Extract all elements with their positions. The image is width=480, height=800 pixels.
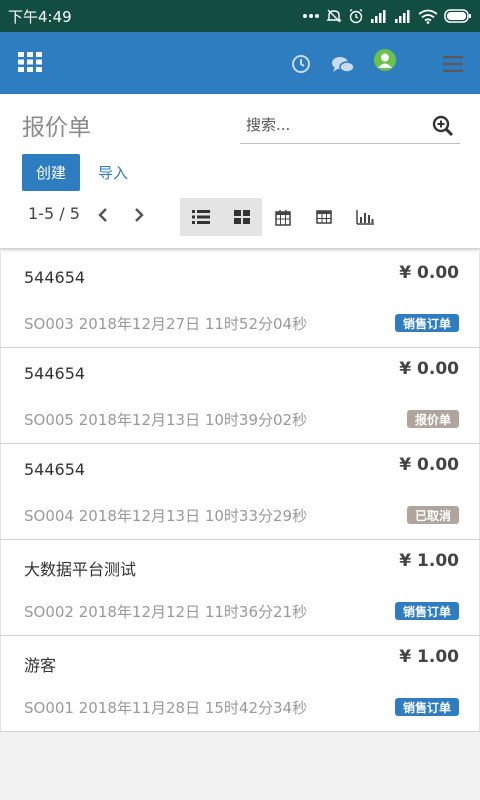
- order-meta: SO003 2018年12月27日 11时52分04秒: [24, 315, 308, 333]
- import-button[interactable]: 导入: [98, 154, 128, 191]
- amount-total: ¥ 1.00: [399, 647, 459, 667]
- pivot-view-icon[interactable]: [303, 198, 344, 236]
- signal-2-icon: [395, 10, 410, 23]
- status-badge: 销售订单: [394, 602, 459, 620]
- customer-name: 大数据平台测试: [24, 560, 137, 579]
- list-view-icon[interactable]: [180, 198, 221, 236]
- status-badge: 销售订单: [394, 314, 459, 332]
- app-bar: [0, 32, 480, 94]
- graph-view-icon[interactable]: [344, 198, 385, 236]
- activity-clock-icon[interactable]: [291, 54, 311, 74]
- kanban-view-icon[interactable]: [221, 198, 262, 236]
- list-item[interactable]: 大数据平台测试 ¥ 1.00 SO002 2018年12月12日 11时36分2…: [0, 540, 480, 636]
- status-icons: [302, 8, 472, 24]
- page-title: 报价单: [22, 115, 91, 141]
- chevron-right-icon[interactable]: [132, 206, 146, 228]
- list-item[interactable]: 544654 ¥ 0.00 SO004 2018年12月13日 10时33分29…: [0, 444, 480, 540]
- search-input[interactable]: [246, 112, 426, 138]
- pager-value: 1-5 / 5: [28, 204, 80, 223]
- view-switcher: [180, 198, 385, 236]
- list-item[interactable]: 544654 ¥ 0.00 SO005 2018年12月13日 10时39分02…: [0, 348, 480, 444]
- customer-name: 544654: [24, 364, 86, 383]
- status-bar: 下午4:49: [0, 0, 480, 32]
- battery-icon: [444, 9, 471, 23]
- amount-total: ¥ 0.00: [399, 359, 459, 379]
- apps-grid-icon[interactable]: [18, 52, 42, 72]
- wifi-icon: [418, 9, 438, 24]
- order-meta: SO001 2018年11月28日 15时42分34秒: [24, 699, 308, 717]
- signal-icon: [371, 10, 386, 23]
- status-badge: 销售订单: [394, 698, 459, 716]
- hamburger-menu-icon[interactable]: [443, 56, 463, 72]
- list-item[interactable]: 游客 ¥ 1.00 SO001 2018年11月28日 15时42分34秒 销售…: [0, 636, 480, 732]
- status-badge: 已取消: [406, 506, 459, 524]
- quotation-list: 544654 ¥ 0.00 SO003 2018年12月27日 11时52分04…: [0, 252, 480, 732]
- amount-total: ¥ 1.00: [399, 551, 459, 571]
- chevron-left-icon[interactable]: [96, 206, 110, 228]
- search-icon[interactable]: [432, 115, 454, 141]
- user-avatar[interactable]: [374, 49, 396, 71]
- order-meta: SO002 2018年12月12日 11时36分21秒: [24, 603, 308, 621]
- calendar-view-icon[interactable]: [262, 198, 303, 236]
- alarm-icon: [349, 8, 363, 24]
- order-meta: SO005 2018年12月13日 10时39分02秒: [24, 411, 308, 429]
- customer-name: 544654: [24, 460, 86, 479]
- more-dots-icon: [303, 14, 319, 18]
- status-time: 下午4:49: [8, 7, 72, 26]
- customer-name: 544654: [24, 268, 86, 287]
- order-meta: SO004 2018年12月13日 10时33分29秒: [24, 507, 308, 525]
- messages-icon[interactable]: [331, 55, 355, 75]
- amount-total: ¥ 0.00: [399, 455, 459, 475]
- status-badge: 报价单: [406, 410, 459, 428]
- amount-total: ¥ 0.00: [399, 263, 459, 283]
- mute-icon: [326, 9, 342, 23]
- list-item[interactable]: 544654 ¥ 0.00 SO003 2018年12月27日 11时52分04…: [0, 252, 480, 348]
- create-button[interactable]: 创建: [22, 154, 80, 191]
- search-box: [240, 108, 460, 144]
- customer-name: 游客: [24, 656, 57, 675]
